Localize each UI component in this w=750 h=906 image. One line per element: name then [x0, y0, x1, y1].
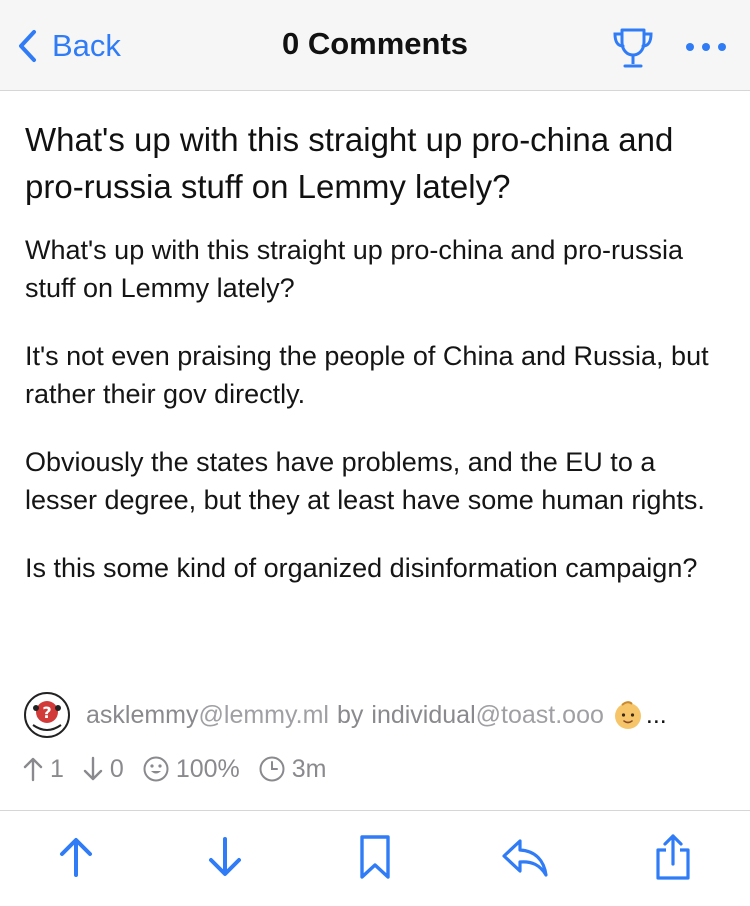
navigation-bar: Back 0 Comments [0, 0, 750, 91]
downvote-stat: 0 [82, 755, 124, 784]
arrow-up-icon [23, 757, 43, 782]
body-paragraph: What's up with this straight up pro-chin… [25, 235, 683, 303]
reply-button[interactable] [500, 831, 550, 883]
post-body: What's up with this straight up pro-chin… [25, 231, 730, 617]
trophy-icon [613, 28, 653, 68]
by-label: by [336, 700, 364, 729]
meta-more[interactable]: ... [646, 701, 667, 730]
bottom-toolbar [0, 811, 750, 906]
score-percent: 100% [175, 754, 240, 783]
share-icon [656, 834, 690, 880]
post-title: What's up with this straight up pro-chin… [25, 121, 674, 205]
arrow-down-icon [83, 756, 103, 781]
body-paragraph: Obviously the states have problems, and … [25, 447, 705, 515]
trophy-button[interactable] [610, 26, 656, 70]
author-host[interactable]: @toast.ooo [476, 701, 604, 730]
smiley-face-icon [143, 756, 169, 782]
reply-icon [502, 839, 548, 877]
upvote-icon [60, 838, 92, 877]
svg-text:?: ? [42, 703, 51, 722]
downvote-count: 0 [109, 754, 124, 783]
post-meta-row: ? asklemmy @lemmy.ml by individual @toast.… [24, 692, 744, 738]
community-name[interactable]: asklemmy [86, 701, 199, 730]
body-paragraph: Is this some kind of organized disinform… [25, 553, 698, 583]
bookmark-button[interactable] [350, 831, 400, 883]
upvote-stat: 1 [22, 755, 64, 784]
body-paragraph: It's not even praising the people of Chi… [25, 341, 709, 409]
age-stat: 3m [258, 755, 327, 784]
upvote-button[interactable] [51, 831, 101, 883]
downvote-icon [209, 837, 241, 876]
question-mark-icon: ? [28, 696, 66, 734]
upvote-count: 1 [50, 754, 64, 783]
baby-face-icon [614, 701, 641, 729]
share-button[interactable] [648, 831, 698, 883]
bookmark-icon [360, 835, 390, 879]
post-age: 3m [291, 754, 327, 783]
more-button[interactable] [684, 30, 728, 64]
clock-icon [259, 756, 285, 782]
community-avatar[interactable]: ? [24, 692, 70, 738]
author-name[interactable]: individual [371, 701, 475, 730]
downvote-button[interactable] [200, 831, 250, 883]
community-host[interactable]: @lemmy.ml [199, 701, 329, 730]
more-horizontal-icon [686, 43, 726, 51]
post-stats-row: 1 0 100% 3m [22, 752, 345, 786]
score-stat: 100% [142, 755, 240, 784]
